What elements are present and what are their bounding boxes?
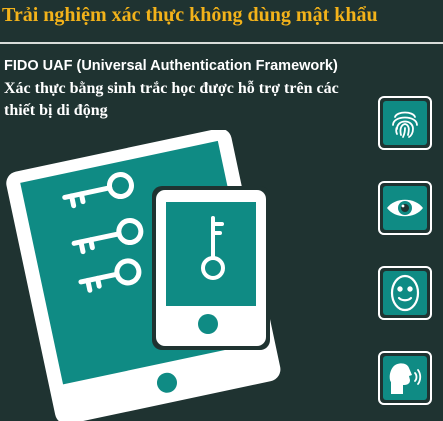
- title-divider: [0, 42, 443, 44]
- voice-box: [378, 351, 432, 405]
- fingerprint-box: [378, 96, 432, 150]
- face-icon: [390, 274, 420, 312]
- eye-icon: [387, 199, 423, 217]
- subtitle: FIDO UAF (Universal Authentication Frame…: [4, 58, 338, 74]
- page-title: Trải nghiệm xác thực không dùng mật khẩu: [2, 4, 378, 26]
- fingerprint-icon: [392, 111, 418, 138]
- face-box: [378, 266, 432, 320]
- voice-icon: [389, 363, 422, 394]
- description: Xác thực bằng sinh trắc học được hỗ trợ …: [4, 80, 339, 119]
- eye-box: [378, 181, 432, 235]
- devices-illustration: [6, 130, 281, 421]
- phone-illustration: [152, 186, 270, 350]
